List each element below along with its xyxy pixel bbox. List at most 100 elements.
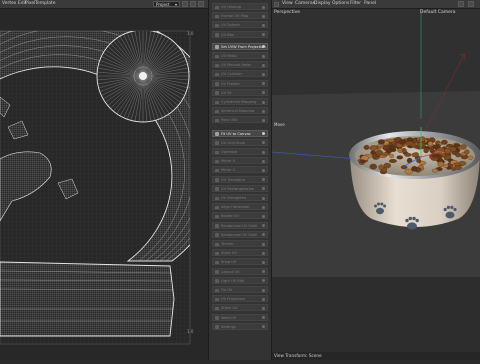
tool-item[interactable]: UV Straighten <box>212 194 268 201</box>
tool-item[interactable]: Cylindrical Mapping <box>212 98 268 105</box>
viewport-menu-icon[interactable] <box>274 1 279 7</box>
tool-options-icon[interactable] <box>262 91 265 95</box>
fit-view-icon[interactable] <box>190 1 196 7</box>
uv-menu-pixel[interactable]: Pixel <box>25 0 35 8</box>
tool-icon <box>215 91 219 95</box>
tool-item[interactable]: UV Rectangularize <box>212 184 268 192</box>
tool-options-icon[interactable] <box>262 297 265 301</box>
tool-item[interactable]: Align Horizontal <box>212 203 268 211</box>
uv-projection-select[interactable]: Project ▾ <box>153 1 180 7</box>
tool-options-icon[interactable] <box>262 187 265 191</box>
move-tool-label: Move <box>274 122 285 127</box>
tool-item[interactable]: UV Relax <box>212 52 268 59</box>
tool-item[interactable]: Fit UV to Canvas <box>212 129 268 137</box>
tool-item[interactable]: Terrain <box>212 240 268 247</box>
tool-options-icon[interactable] <box>262 168 265 172</box>
tool-item[interactable]: Mirror U <box>212 157 268 165</box>
tool-options-icon[interactable] <box>262 33 265 37</box>
tool-icon <box>215 242 219 246</box>
tool-options-icon[interactable] <box>262 63 265 67</box>
tool-item[interactable]: UV Manual Relax <box>212 61 268 69</box>
tool-item[interactable]: UV Cylinder <box>212 70 268 78</box>
tool-item[interactable]: Snap UV <box>212 258 268 266</box>
tool-item[interactable]: UV Box <box>212 30 268 38</box>
tool-options-icon[interactable] <box>262 132 265 136</box>
tool-item[interactable]: Light UV Edit <box>212 276 268 284</box>
uv-canvas[interactable]: 1.0 1.0 <box>0 9 208 360</box>
tool-options-icon[interactable] <box>262 5 265 9</box>
tool-item[interactable]: UV Sphere <box>212 21 268 29</box>
tool-options-icon[interactable] <box>262 316 265 320</box>
tool-options-icon[interactable] <box>262 196 265 200</box>
tool-icon <box>215 288 219 292</box>
tool-options-icon[interactable] <box>262 23 265 27</box>
tool-options-icon[interactable] <box>262 109 265 113</box>
tool-item[interactable]: Pack UVs <box>212 116 268 124</box>
tool-item[interactable]: Optimize <box>212 148 268 155</box>
tool-item[interactable]: Set UVW From Projection <box>212 42 268 50</box>
tool-label: UV Sphere <box>221 23 240 28</box>
tool-options-icon[interactable] <box>262 82 265 86</box>
tool-icon <box>215 168 219 173</box>
viewport-canvas[interactable]: Perspective Default Camera Move <box>271 9 480 360</box>
tool-icon <box>215 297 219 302</box>
grid-toggle-icon[interactable] <box>182 1 188 7</box>
tool-item[interactable]: UV Flatten <box>212 79 268 87</box>
tool-label: Weld UV <box>221 315 237 320</box>
uv-menu-template[interactable]: Template <box>35 0 56 8</box>
tool-item[interactable]: Weld UV <box>212 313 268 321</box>
tool-options-icon[interactable] <box>262 72 265 76</box>
tool-item[interactable]: UV Fit <box>212 88 268 96</box>
viewport-menu-options[interactable]: Options <box>332 0 349 8</box>
tool-options-icon[interactable] <box>262 150 265 154</box>
tool-options-icon[interactable] <box>262 242 265 246</box>
tool-item[interactable]: UV Projection <box>212 295 268 303</box>
tool-item[interactable]: Scale UV <box>212 249 268 257</box>
tool-item[interactable]: Mirror V <box>212 166 268 174</box>
tool-options-icon[interactable] <box>262 118 265 122</box>
tool-label: UV Flatten <box>221 81 240 86</box>
tool-options-icon[interactable] <box>262 233 265 237</box>
viewport-menu-display[interactable]: Display <box>314 0 331 8</box>
tool-options-icon[interactable] <box>262 14 265 18</box>
tool-options-icon[interactable] <box>262 306 265 310</box>
uv-menu-vertex-edit[interactable]: Vertex Edit <box>2 0 27 8</box>
tool-options-icon[interactable] <box>262 159 265 163</box>
tool-options-icon[interactable] <box>262 205 265 209</box>
viewport-camera-label[interactable]: Default Camera <box>420 10 456 15</box>
tool-options-icon[interactable] <box>262 279 265 283</box>
viewport-menu-view[interactable]: View <box>282 0 293 8</box>
tool-item[interactable]: UV Transform <box>212 175 268 183</box>
tool-options-icon[interactable] <box>262 288 265 292</box>
tool-options-icon[interactable] <box>262 100 265 104</box>
tool-item[interactable]: Layout UV <box>212 267 268 275</box>
settings-icon[interactable] <box>198 1 204 7</box>
tool-options-icon[interactable] <box>262 270 265 274</box>
tool-options-icon[interactable] <box>262 224 265 228</box>
tool-item[interactable]: UV Unwrap <box>212 3 268 10</box>
tool-item[interactable]: Settings <box>212 322 268 330</box>
tool-options-icon[interactable] <box>262 178 265 182</box>
tool-item[interactable]: Stitch UV <box>212 304 268 312</box>
tool-item[interactable]: Fix UV <box>212 286 268 293</box>
viewport-menu-filter[interactable]: Filter <box>350 0 361 8</box>
tool-item[interactable]: UV Grid Snap <box>212 138 268 146</box>
tool-options-icon[interactable] <box>262 260 265 264</box>
tool-item[interactable]: Frontal UV Map <box>212 12 268 20</box>
tool-options-icon[interactable] <box>262 141 265 145</box>
viewport-menu-cameras[interactable]: Cameras <box>295 0 315 8</box>
tool-options-icon[interactable] <box>262 214 265 218</box>
tool-item[interactable]: Rotate UV <box>212 212 268 220</box>
maximize-icon[interactable] <box>458 1 464 7</box>
tool-item[interactable]: Spherical Mapping <box>212 107 268 115</box>
tool-options-icon[interactable] <box>262 54 265 58</box>
layout-icon[interactable] <box>468 1 474 7</box>
tool-item[interactable]: Randomize UV Shell <box>212 230 268 238</box>
tool-item[interactable]: Randomize UV Shell <box>212 221 268 229</box>
tool-icon <box>215 109 219 114</box>
tool-label: Scale UV <box>221 251 237 256</box>
viewport-menu-panel[interactable]: Panel <box>364 0 376 8</box>
tool-options-icon[interactable] <box>262 251 265 255</box>
tool-options-icon[interactable] <box>262 325 265 329</box>
tool-label: Terrain <box>221 242 234 246</box>
